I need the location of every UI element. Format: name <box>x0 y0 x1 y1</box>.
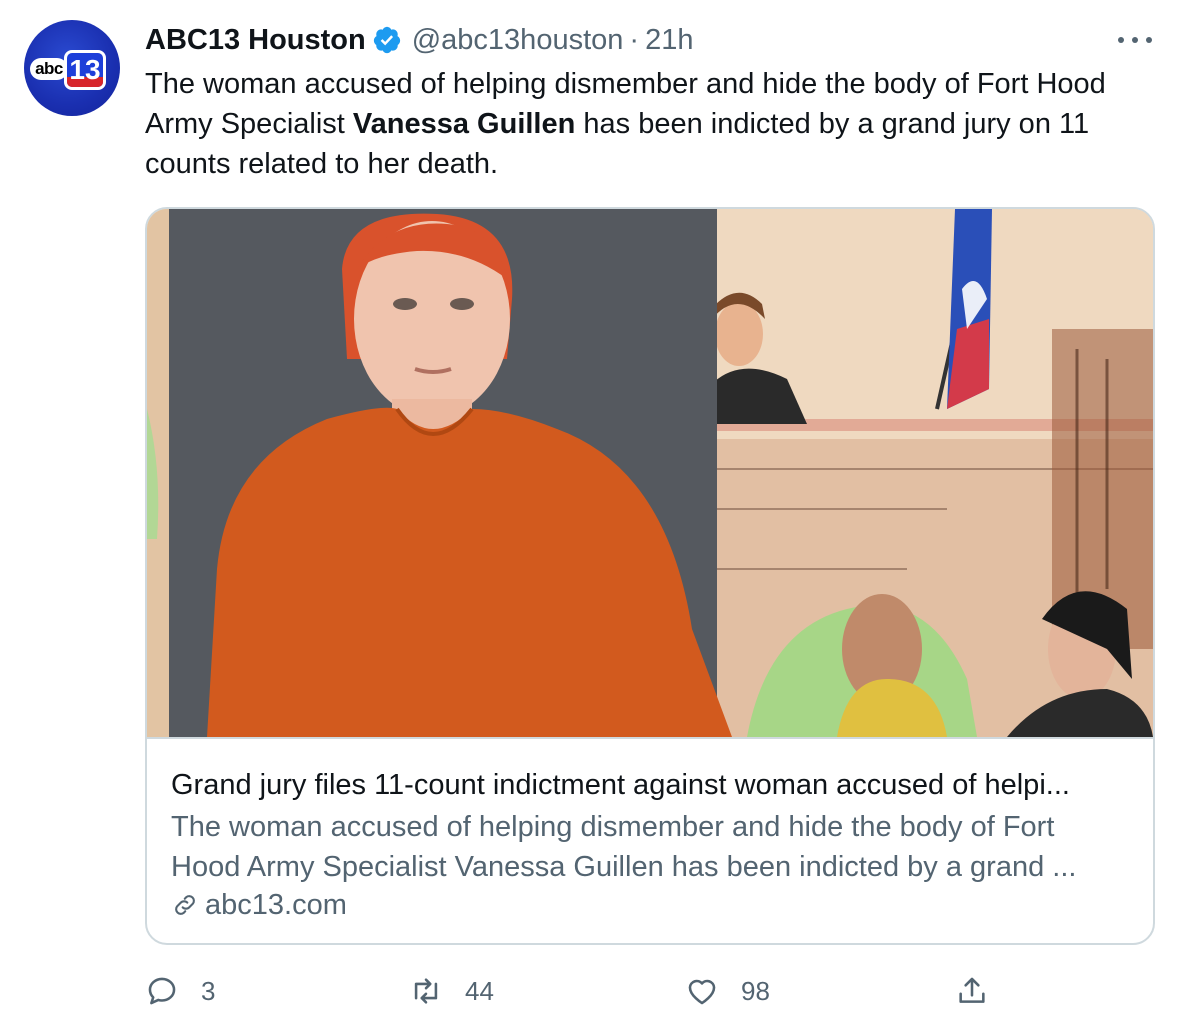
card-domain: abc13.com <box>171 885 347 925</box>
retweet-icon <box>414 978 438 1004</box>
tweet-text: The woman accused of helping dismember a… <box>145 64 1155 184</box>
retweet-count: 44 <box>465 975 494 1006</box>
like-button[interactable]: 98 <box>685 966 770 1016</box>
reply-icon <box>148 977 176 1005</box>
card-body[interactable]: Grand jury files 11-count indictment aga… <box>147 737 1153 943</box>
tweet-text-bold-name: Vanessa Guillen <box>352 108 576 140</box>
tweet-actions: 3 44 98 <box>145 966 1045 1016</box>
card-title: Grand jury files 11-count indictment aga… <box>171 769 1070 801</box>
share-icon <box>959 977 985 1003</box>
more-dot <box>1146 37 1152 43</box>
channel-number-text: 13 <box>69 54 101 85</box>
channel-number-logo: 13 <box>64 50 106 90</box>
tweet-header: ABC13 Houston @abc13houston · 21h <box>145 22 693 58</box>
author-handle[interactable]: @abc13houston <box>412 24 624 57</box>
more-dot <box>1132 37 1138 43</box>
card-description: The woman accused of helping dismember a… <box>171 811 1077 883</box>
more-dot <box>1118 37 1124 43</box>
link-card[interactable]: Grand jury files 11-count indictment aga… <box>145 207 1155 945</box>
author-avatar[interactable]: abc 13 <box>24 20 120 116</box>
more-options-icon[interactable] <box>1118 30 1152 50</box>
share-button[interactable] <box>955 966 989 1016</box>
header-separator: · <box>629 23 640 56</box>
author-display-name[interactable]: ABC13 Houston <box>145 24 366 57</box>
heart-icon <box>688 979 716 1005</box>
abc-logo-text: abc <box>30 58 68 80</box>
verified-badge-icon <box>373 26 400 54</box>
reply-count: 3 <box>201 975 216 1006</box>
card-domain-text: abc13.com <box>205 888 347 921</box>
link-icon <box>175 895 195 915</box>
retweet-button[interactable]: 44 <box>409 966 494 1016</box>
card-image[interactable] <box>147 209 1153 737</box>
tweet-timestamp[interactable]: 21h <box>645 24 693 57</box>
like-count: 98 <box>741 975 770 1006</box>
reply-button[interactable]: 3 <box>145 966 215 1016</box>
tweet[interactable]: abc 13 ABC13 Houston @abc13houston · 21h… <box>0 0 1188 1016</box>
card-image-illustration <box>147 209 1153 737</box>
